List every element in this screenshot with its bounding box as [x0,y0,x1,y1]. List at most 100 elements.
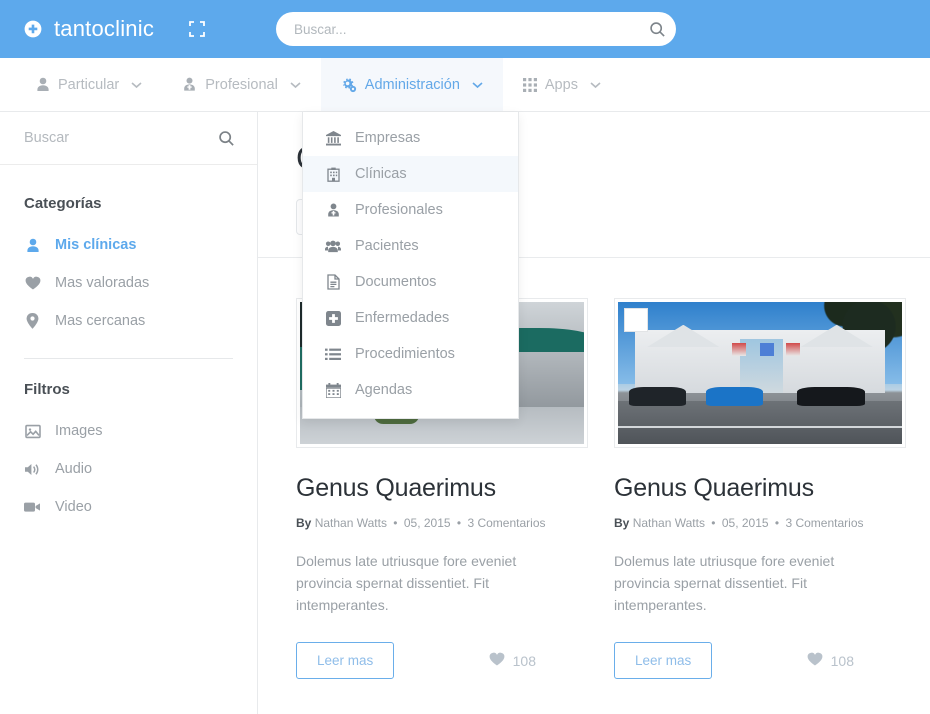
card-comments: 3 Comentarios [467,516,545,530]
list-icon [325,348,341,361]
meta-separator: • [393,516,397,530]
nav-item-administracion[interactable]: Administración [321,58,503,111]
card-footer: Leer mas 108 [296,642,536,679]
dropdown-item-label: Clínicas [355,166,407,182]
card-excerpt: Dolemus late utriusque fore eveniet prov… [296,550,546,616]
dropdown-item-label: Pacientes [355,238,419,254]
dropdown-item-procedimientos[interactable]: Procedimientos [303,336,518,372]
dropdown-item-agendas[interactable]: Agendas [303,372,518,408]
card-author: Nathan Watts [633,516,705,530]
chevron-down-icon [590,81,601,89]
sidebar-item-mas-valoradas[interactable]: Mas valoradas [0,264,257,302]
app-header: tantoclinic [0,0,930,58]
likes-count: 108 [831,653,854,669]
sidebar-item-label: Images [55,423,103,439]
nav-item-profesional[interactable]: Profesional [162,58,321,111]
sidebar-categories-list: Mis clínicas Mas valoradas Mas cercan [0,212,257,340]
search-input[interactable] [276,13,638,45]
card-likes[interactable]: 108 [489,652,536,669]
sidebar-item-mas-cercanas[interactable]: Mas cercanas [0,302,257,340]
card-meta: By Nathan Watts • 05, 2015 • 3 Comentari… [614,516,906,530]
nav-item-label: Profesional [205,77,278,93]
meta-separator: • [775,516,779,530]
sidebar-item-label: Mis clínicas [55,237,136,253]
heart-icon [807,652,823,669]
read-more-button[interactable]: Leer mas [296,642,394,679]
sidebar-filters-list: Images Audio [0,398,257,526]
sidebar-search-input[interactable] [24,130,218,146]
meta-separator: • [711,516,715,530]
app-window: tantoclinic Particular [0,0,930,714]
sidebar-item-label: Video [55,499,92,515]
main-navigation: Particular Profesional [0,58,930,112]
global-search[interactable] [276,12,676,46]
dropdown-item-pacientes[interactable]: Pacientes [303,228,518,264]
nav-item-label: Apps [545,77,578,93]
chevron-down-icon [131,81,142,89]
brand-name: tantoclinic [54,16,154,42]
heart-icon [24,276,41,290]
card-title[interactable]: Genus Quaerimus [614,474,906,503]
nav-item-label: Administración [365,77,460,93]
card-by-label: By [614,516,629,530]
card-photo-building [618,302,902,444]
dropdown-item-label: Profesionales [355,202,443,218]
chevron-down-icon [472,81,483,89]
dropdown-item-label: Procedimientos [355,346,455,362]
sidebar-item-label: Audio [55,461,92,477]
sidebar-item-label: Mas valoradas [55,275,149,291]
calendar-icon [325,383,341,398]
grid-apps-icon [523,78,537,92]
card-excerpt: Dolemus late utriusque fore eveniet prov… [614,550,864,616]
clinic-icon [325,167,341,182]
left-sidebar: Categorías Mis clínicas Mas valoradas [0,112,258,714]
card-date: 05, 2015 [404,516,451,530]
dropdown-item-label: Documentos [355,274,436,290]
fullscreen-expand-icon[interactable] [186,18,208,40]
dropdown-item-documentos[interactable]: Documentos [303,264,518,300]
card-by-label: By [296,516,311,530]
document-icon [325,274,341,290]
card-title[interactable]: Genus Quaerimus [296,474,588,503]
plus-square-icon [325,311,341,326]
sidebar-filters-title: Filtros [0,359,257,398]
doctor-icon [325,203,341,218]
search-icon[interactable] [218,130,235,147]
sidebar-filter-video[interactable]: Video [0,488,257,526]
clinic-cross-circle-icon [18,16,44,42]
dropdown-item-empresas[interactable]: Empresas [303,120,518,156]
search-icon[interactable] [638,13,676,45]
dropdown-item-label: Enfermedades [355,310,449,326]
user-icon [24,238,41,253]
card-likes[interactable]: 108 [807,652,854,669]
sidebar-categories-title: Categorías [0,165,257,212]
card-meta: By Nathan Watts • 05, 2015 • 3 Comentari… [296,516,588,530]
card-select-checkbox[interactable] [624,308,648,332]
sidebar-search[interactable] [0,112,257,165]
dropdown-item-profesionales[interactable]: Profesionales [303,192,518,228]
read-more-button[interactable]: Leer mas [614,642,712,679]
video-icon [24,501,41,513]
card-thumbnail[interactable] [614,298,906,448]
volume-icon [24,462,41,477]
sidebar-item-mis-clinicas[interactable]: Mis clínicas [0,226,257,264]
user-icon [36,77,50,92]
dropdown-item-enfermedades[interactable]: Enfermedades [303,300,518,336]
card-comments: 3 Comentarios [785,516,863,530]
nav-item-apps[interactable]: Apps [503,58,621,111]
heart-icon [489,652,505,669]
card-footer: Leer mas 108 [614,642,854,679]
brand[interactable]: tantoclinic [18,16,154,42]
map-pin-icon [24,313,41,329]
nav-item-particular[interactable]: Particular [16,58,162,111]
card-date: 05, 2015 [722,516,769,530]
people-icon [325,240,341,253]
image-icon [24,424,41,439]
sidebar-filter-images[interactable]: Images [0,412,257,450]
meta-separator: • [457,516,461,530]
sidebar-item-label: Mas cercanas [55,313,145,329]
sidebar-filter-audio[interactable]: Audio [0,450,257,488]
bank-icon [325,131,341,146]
administracion-dropdown-menu: Empresas Clínicas [302,112,519,419]
dropdown-item-clinicas[interactable]: Clínicas [303,156,518,192]
